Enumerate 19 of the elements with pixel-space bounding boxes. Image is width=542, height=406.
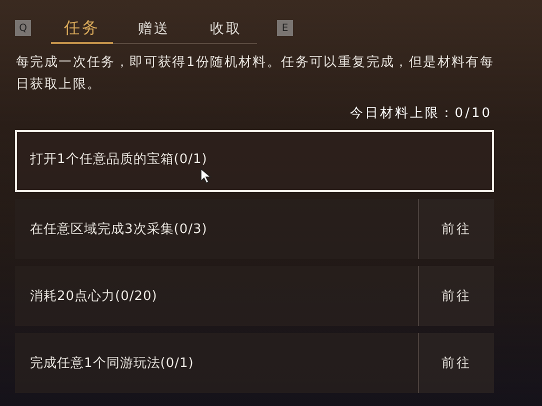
tab[interactable]: 任务: [51, 18, 113, 44]
key-hint[interactable]: E: [277, 20, 293, 36]
go-button[interactable]: 前往: [418, 333, 494, 393]
cursor-icon: [200, 168, 212, 184]
go-button[interactable]: 前往: [418, 266, 494, 326]
task-text: 在任意区域完成3次采集(0/3): [30, 221, 208, 238]
task-row[interactable]: 打开1个任意品质的宝箱(0/1): [15, 130, 494, 192]
task-row[interactable]: 在任意区域完成3次采集(0/3) 前往: [15, 199, 494, 259]
task-text: 消耗20点心力(0/20): [30, 288, 158, 305]
tab[interactable]: 收取: [195, 18, 257, 44]
key-hint[interactable]: Q: [15, 20, 31, 36]
description-text: 每完成一次任务，即可获得1份随机材料。任务可以重复完成，但是材料有每日获取上限。: [16, 54, 496, 94]
task-text: 完成任意1个同游玩法(0/1): [30, 355, 194, 372]
task-row[interactable]: 消耗20点心力(0/20) 前往: [15, 266, 494, 326]
daily-limit-text: 今日材料上限：0/10: [348, 105, 492, 122]
task-text: 打开1个任意品质的宝箱(0/1): [30, 151, 208, 168]
tab[interactable]: 赠送: [123, 18, 185, 44]
task-row[interactable]: 完成任意1个同游玩法(0/1) 前往: [15, 333, 494, 393]
go-button[interactable]: 前往: [418, 199, 494, 259]
